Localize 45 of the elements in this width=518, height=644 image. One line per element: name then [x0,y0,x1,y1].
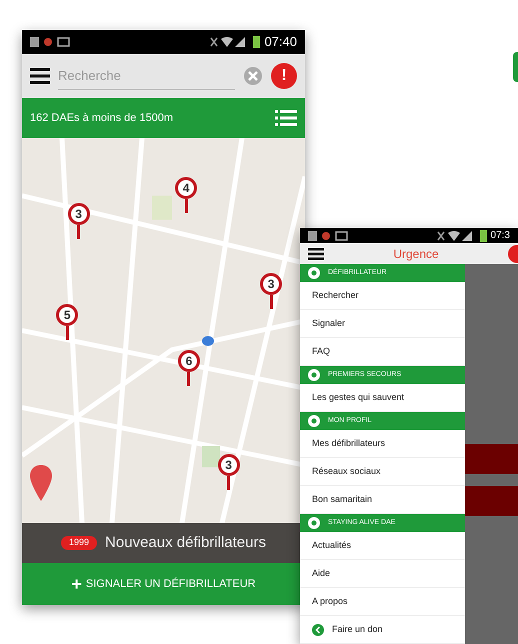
dimmed-bar [465,486,518,516]
clock-time: 07:40 [264,33,297,52]
menu-label: A propos [312,594,348,608]
menu-item[interactable]: Réseaux sociaux [300,458,465,486]
menu-item[interactable]: Faire un don [300,616,465,644]
screen-title: Urgence [393,246,439,262]
menu-label: Bon samaritain [312,492,372,506]
battery-icon [253,36,260,48]
location-pin-icon[interactable] [30,465,52,501]
menu-item[interactable]: A propos [300,588,465,616]
section-icon [308,415,320,427]
menu-label: Mes défibrillateurs [312,436,386,450]
panel-edge [513,52,518,82]
dimmed-bar [465,444,518,474]
menu-item[interactable]: Signaler [300,310,465,338]
donate-icon [312,624,324,636]
search-bar[interactable]: Recherche ! [22,54,305,98]
menu-item[interactable]: Aide [300,560,465,588]
map-view[interactable]: 4 3 3 5 6 3 [22,138,305,523]
menu-item[interactable]: Actualités [300,532,465,560]
section-icon [308,369,320,381]
menu-label: Faire un don [332,622,383,636]
menu-label: Les gestes qui sauvent [312,390,404,404]
menu-item[interactable]: Rechercher [300,282,465,310]
clock-time: 07:3 [490,229,510,243]
location-dot-icon [202,336,214,346]
menu-label: Rechercher [312,288,359,302]
list-icon[interactable] [275,110,297,126]
menu-icon[interactable] [30,68,50,84]
search-field[interactable]: Recherche [58,62,235,90]
menu-label: FAQ [312,344,330,358]
section-icon [308,267,320,279]
menu-icon[interactable] [308,248,324,260]
results-count: 162 DAEs à moins de 1500m [30,110,174,126]
clear-icon[interactable] [243,66,263,86]
menu-label: Actualités [312,538,352,552]
menu-item[interactable]: Mes défibrillateurs [300,430,465,458]
news-label: Nouveaux défibrillateurs [105,532,266,553]
menu-label: Signaler [312,316,346,330]
section-icon [308,517,320,529]
count-badge: 1999 [61,536,98,550]
battery-icon [480,230,487,242]
menu-label: Aide [312,566,330,580]
alert-button[interactable]: ! [271,63,297,89]
menu-label: Réseaux sociaux [312,464,381,478]
